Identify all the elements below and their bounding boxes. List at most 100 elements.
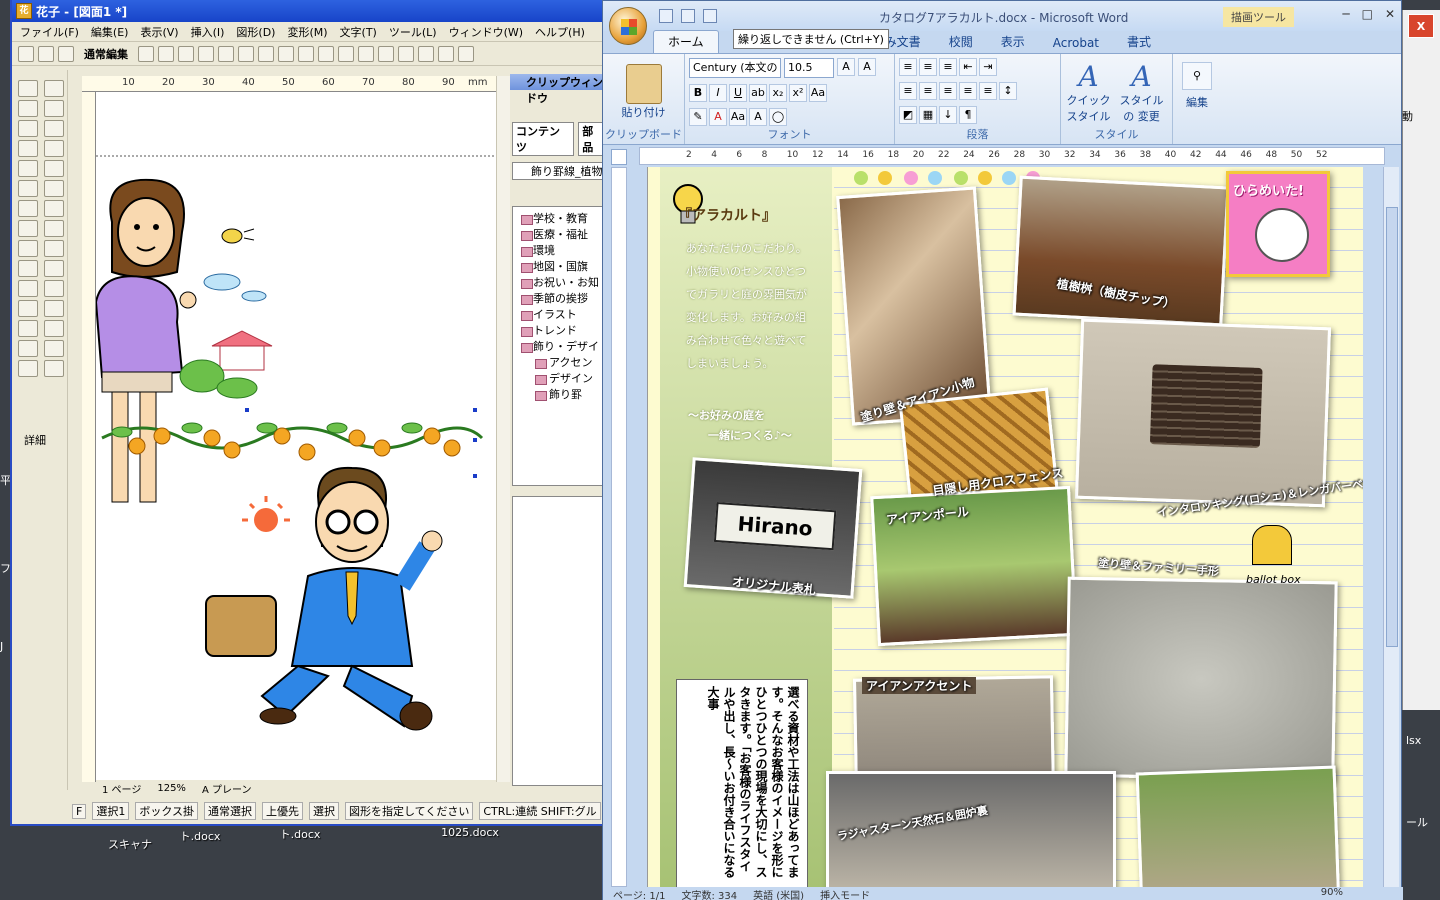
- borders-icon[interactable]: ▦: [919, 106, 937, 124]
- line-tool-icon[interactable]: [18, 140, 38, 157]
- ribbon-tab[interactable]: 表示: [987, 31, 1039, 53]
- distribute-icon[interactable]: ≡: [979, 82, 997, 100]
- multilevel-icon[interactable]: ≡: [939, 58, 957, 76]
- stamp-tool-icon[interactable]: [44, 340, 64, 357]
- tree-item[interactable]: 環境: [513, 243, 607, 259]
- status-select[interactable]: 選択: [309, 802, 339, 820]
- find-binoculars-icon[interactable]: ⚲: [1182, 62, 1212, 90]
- redo-icon[interactable]: [703, 9, 717, 23]
- rotate-icon[interactable]: [358, 45, 374, 62]
- status-page[interactable]: ページ: 1/1: [613, 887, 665, 900]
- tab-contents[interactable]: コンテンツ: [512, 122, 575, 156]
- bold-icon[interactable]: B: [689, 84, 707, 102]
- menu-window[interactable]: ウィンドウ(W): [449, 24, 523, 40]
- subscript-icon[interactable]: x₂: [769, 84, 787, 102]
- hanako-vertical-scrollbar[interactable]: [496, 76, 510, 782]
- flip-icon[interactable]: [378, 45, 394, 62]
- eraser-tool-icon[interactable]: [18, 320, 38, 337]
- numbering-icon[interactable]: ≡: [919, 58, 937, 76]
- layer-icon[interactable]: [38, 45, 54, 62]
- status-insert-mode[interactable]: 挿入モード: [820, 887, 870, 900]
- increase-indent-icon[interactable]: ⇥: [979, 58, 997, 76]
- tree-item[interactable]: 医療・福祉: [513, 227, 607, 243]
- photo-tree-planter[interactable]: [1012, 175, 1230, 327]
- tab-selector-icon[interactable]: [611, 149, 627, 165]
- tree-item[interactable]: お祝い・お知: [513, 275, 607, 291]
- editing-button[interactable]: 編集: [1177, 94, 1217, 110]
- desktop-icon-scanner[interactable]: スキャナ: [90, 836, 170, 852]
- enclose-icon[interactable]: ◯: [769, 108, 787, 126]
- status-language[interactable]: 英語 (米国): [753, 887, 804, 900]
- background-close-icon[interactable]: X: [1408, 14, 1434, 38]
- shading-icon[interactable]: ◩: [899, 106, 917, 124]
- document-page[interactable]: 『アラカルト』 あなただけのこだわり。小物使いのセンスひとつでガラリと庭の雰囲気…: [647, 167, 1363, 889]
- office-button-icon[interactable]: [609, 7, 647, 45]
- tree-item[interactable]: 飾り・デザイ: [513, 339, 607, 355]
- text-tool-icon[interactable]: [18, 120, 38, 137]
- menu-shape[interactable]: 図形(D): [236, 24, 275, 40]
- highlight-icon[interactable]: ✎: [689, 108, 707, 126]
- justify-icon[interactable]: ≡: [959, 82, 977, 100]
- change-style-button[interactable]: A スタイルの 変更: [1117, 62, 1167, 124]
- ballot-box-figure[interactable]: ballot box: [1242, 513, 1324, 603]
- ungroup-icon[interactable]: [318, 45, 334, 62]
- brush-tool-icon[interactable]: [44, 320, 64, 337]
- font-color-icon[interactable]: A: [709, 108, 727, 126]
- paste-icon[interactable]: [625, 64, 662, 104]
- decrease-indent-icon[interactable]: ⇤: [959, 58, 977, 76]
- ellipse-tool-icon[interactable]: [18, 180, 38, 197]
- layer-indicator[interactable]: A プレーン: [202, 781, 252, 796]
- tree-item[interactable]: 地図・国旗: [513, 259, 607, 275]
- menu-file[interactable]: ファイル(F): [20, 24, 79, 40]
- word-titlebar[interactable]: カタログ7アラカルト.docx - Microsoft Word 描画ツール ─…: [603, 1, 1401, 45]
- bullets-icon[interactable]: ≡: [899, 58, 917, 76]
- desktop-icon-doc2[interactable]: ト.docx: [260, 826, 340, 842]
- edit-mode-icon[interactable]: [18, 45, 34, 62]
- menu-help[interactable]: ヘルプ(H): [535, 24, 585, 40]
- connect-tool-icon[interactable]: [18, 260, 38, 277]
- status-top-priority[interactable]: 上優先: [262, 802, 303, 820]
- maximize-icon[interactable]: □: [1362, 7, 1373, 21]
- pen-icon[interactable]: [458, 45, 474, 62]
- tree-item[interactable]: イラスト: [513, 307, 607, 323]
- photo-garden-plants[interactable]: [1135, 765, 1341, 889]
- pointer-tool-icon[interactable]: [44, 100, 64, 117]
- frame-icon[interactable]: [138, 45, 154, 62]
- align-right-icon[interactable]: ≡: [939, 82, 957, 100]
- char-shading-icon[interactable]: A: [749, 108, 767, 126]
- chart-tool-icon[interactable]: [44, 300, 64, 317]
- rect-tool-icon[interactable]: [18, 160, 38, 177]
- zoom-indicator[interactable]: 125%: [157, 783, 186, 794]
- tree-item[interactable]: デザイン: [513, 371, 607, 387]
- font-name-select[interactable]: Century (本文の: [689, 58, 781, 78]
- order-icon[interactable]: [338, 45, 354, 62]
- ribbon-tab[interactable]: Acrobat: [1039, 34, 1113, 53]
- clip-path-field[interactable]: 飾り罫線_植物: [512, 162, 608, 180]
- word-vertical-ruler[interactable]: [611, 167, 627, 887]
- menu-view[interactable]: 表示(V): [140, 24, 178, 40]
- zoom-tool-icon[interactable]: [44, 360, 64, 377]
- status-normal-select[interactable]: 通常選択: [204, 802, 256, 820]
- sun-icon[interactable]: [418, 45, 434, 62]
- font-size-select[interactable]: 10.5: [784, 58, 834, 78]
- hanako-titlebar[interactable]: 花 花子 - [図面1 *]: [12, 0, 608, 22]
- callout-tool-icon[interactable]: [44, 220, 64, 237]
- show-marks-icon[interactable]: ¶: [959, 106, 977, 124]
- detail-button[interactable]: 詳細: [24, 432, 46, 448]
- shrink-font-icon[interactable]: A: [858, 58, 876, 76]
- select2-tool-icon[interactable]: [44, 80, 64, 97]
- select-tool-icon[interactable]: [18, 80, 38, 97]
- menu-insert[interactable]: 挿入(I): [191, 24, 225, 40]
- frame2-icon[interactable]: [158, 45, 174, 62]
- menu-tools[interactable]: ツール(L): [389, 24, 437, 40]
- status-zoom[interactable]: 90%: [1321, 887, 1343, 900]
- hanako-canvas[interactable]: [82, 76, 496, 782]
- align3-icon[interactable]: [238, 45, 254, 62]
- image2-tool-icon[interactable]: [44, 280, 64, 297]
- hand-tool-icon[interactable]: [18, 360, 38, 377]
- status-box[interactable]: ボックス掛: [135, 802, 198, 820]
- ribbon-tab[interactable]: 書式: [1113, 31, 1165, 53]
- measure-tool-icon[interactable]: [18, 240, 38, 257]
- grid-icon[interactable]: [58, 45, 74, 62]
- tree-item[interactable]: アクセン: [513, 355, 607, 371]
